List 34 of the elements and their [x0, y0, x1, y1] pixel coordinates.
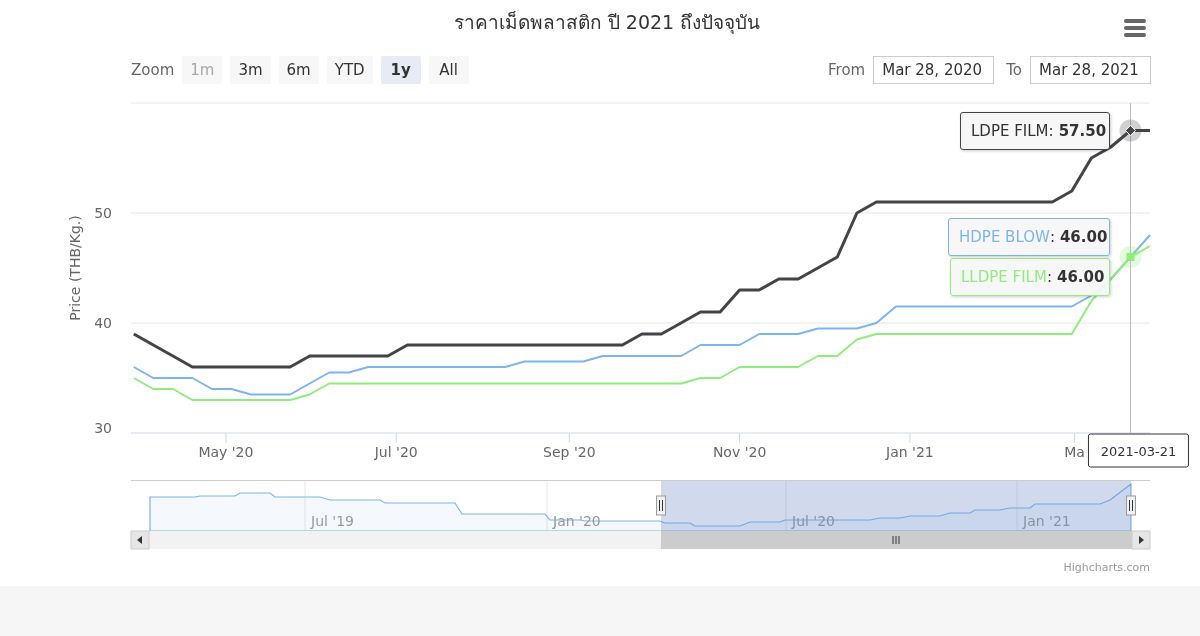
navigator-axis-label: Jul '19: [311, 513, 354, 529]
x-tick-label: Sep '20: [543, 444, 596, 460]
x-tick-label: Jan '21: [886, 444, 934, 460]
y-tick-label: 40: [94, 315, 112, 331]
x-tick-label: Ma: [1064, 444, 1085, 460]
to-label: To: [1006, 61, 1022, 79]
range-button[interactable]: 6m: [278, 56, 319, 84]
tooltip-series-name: LDPE FILM: [971, 122, 1049, 140]
from-date-field[interactable]: Mar 28, 2020: [873, 56, 995, 84]
tooltip-value: 46.00: [1059, 228, 1108, 246]
tooltip-separator: :: [1046, 268, 1052, 286]
from-label: From: [828, 61, 866, 79]
range-button[interactable]: 1y: [380, 56, 421, 84]
range-button[interactable]: 3m: [230, 56, 271, 84]
chart-title: ราคาเม็ดพลาสติก ปี 2021 ถึงปัจจุบัน: [453, 10, 761, 36]
x-tick-label: Nov '20: [712, 444, 767, 460]
tooltip-separator: :: [1048, 122, 1054, 140]
y-axis-title: Price (THB/Kg.): [67, 215, 83, 321]
tooltip-value: 57.50: [1058, 122, 1107, 140]
navigator-axis-label: Jul '20: [792, 513, 835, 529]
tooltip-series-name: LLDPE FILM: [961, 268, 1047, 286]
x-tick-label: May '20: [198, 444, 254, 460]
tooltip-separator: :: [1049, 228, 1055, 246]
range-button[interactable]: All: [428, 56, 469, 84]
navigator-axis-label: Jan '21: [1023, 513, 1071, 529]
to-date-field[interactable]: Mar 28, 2021: [1030, 56, 1151, 84]
x-tick-label: Jul '20: [374, 444, 418, 460]
zoom-label: Zoom: [131, 61, 175, 79]
tooltip-value: 46.00: [1056, 268, 1105, 286]
range-button[interactable]: YTD: [326, 56, 373, 84]
crosshair-date-label: 2021-03-21: [1100, 444, 1177, 459]
y-tick-label: 50: [94, 205, 112, 221]
tooltip-series-name: HDPE BLOW: [959, 228, 1050, 246]
y-tick-label: 30: [94, 420, 112, 436]
